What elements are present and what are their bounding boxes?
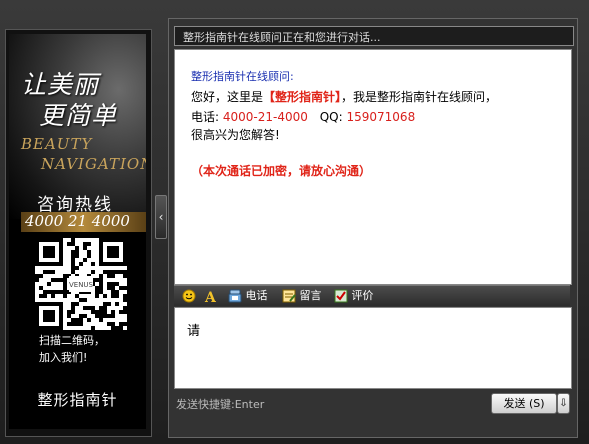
rate-button-label: 评价 [351,289,374,302]
hotline-number: 4000 21 4000 [25,212,130,230]
telephone-icon [228,289,242,303]
agent-name: 整形指南针在线顾问: [191,70,294,83]
english-line-2: NAVIGATION [41,155,146,173]
message-input-text: 请 [187,324,201,339]
chat-title: 整形指南针在线顾问正在和您进行对话... [183,31,381,44]
qr-center-logo: VENUS [69,281,94,289]
emoji-button[interactable] [182,288,196,304]
scan-caption: 扫描二维码， 加入我们! [39,332,146,366]
greeting-prefix: 您好，这里是 [191,90,264,104]
qq-label: QQ: [319,110,343,124]
greeting-message: 您好，这里是【整形指南针】，我是整形指南针在线顾问， [191,88,497,105]
send-button[interactable]: 发送 (S) [491,393,557,414]
message-button-label: 留言 [299,289,322,302]
send-options-button[interactable]: ⇩ [557,393,570,414]
promo-banner[interactable]: 让美丽 更简单 BEAUTY NAVIGATION 咨询热线 4000 21 4… [9,34,146,429]
rating-icon [334,289,348,303]
scan-line-2: 加入我们! [39,351,88,364]
collapse-panel-button[interactable]: ‹ [155,195,167,239]
message-input[interactable]: 请 [174,307,572,389]
chat-log[interactable]: 整形指南针在线顾问: 您好，这里是【整形指南针】，我是整形指南针在线顾问， 电话… [174,49,572,285]
greeting-brand: 【整形指南针】 [263,90,342,104]
closing-message: 很高兴为您解答! [191,128,280,142]
smiley-icon [182,289,196,303]
rate-button[interactable]: 评价 [334,288,374,304]
promo-panel: 让美丽 更简单 BEAUTY NAVIGATION 咨询热线 4000 21 4… [5,29,152,437]
phone-button-label: 电话 [245,289,268,302]
contact-line: 电话: 4000-21-4000 QQ: 159071068 [191,108,415,125]
slogan-line-2: 更简单 [39,101,118,130]
english-line-1: BEAUTY [21,135,93,153]
greeting-suffix: ，我是整形指南针在线顾问， [341,90,498,104]
qr-code: VENUS [35,238,127,330]
phone-label: 电话: [191,110,220,124]
arrow-down-icon: ⇩ [559,398,568,409]
phone-value: 4000-21-4000 [222,110,308,124]
phone-button[interactable]: 电话 [228,288,268,304]
chat-title-bar: 整形指南针在线顾问正在和您进行对话... [174,26,574,46]
send-shortcut-hint: 发送快捷键:Enter [176,398,265,411]
chevron-left-icon: ‹ [158,210,164,224]
chat-toolbar: A 电话 留言 评价 [174,285,570,306]
font-button[interactable]: A [204,288,218,304]
note-icon [282,289,296,303]
qq-value: 159071068 [346,110,416,124]
svg-text:A: A [204,290,217,303]
brand-name: 整形指南针 [37,391,118,409]
scan-line-1: 扫描二维码， [39,334,105,347]
font-icon: A [204,290,217,303]
security-notice: （本次通话已加密，请放心沟通） [191,164,372,178]
message-button[interactable]: 留言 [282,288,322,304]
